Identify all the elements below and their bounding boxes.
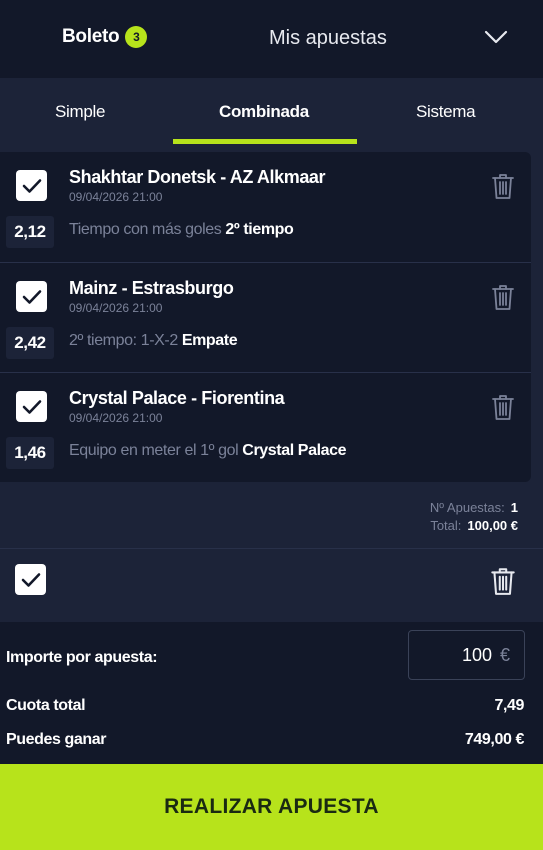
total-label: Total: (430, 518, 462, 533)
event-title: Shakhtar Donetsk - AZ Alkmaar (69, 167, 326, 187)
boleto-tab[interactable]: Boleto 3 (62, 26, 148, 48)
tab-simple[interactable]: Simple (55, 102, 105, 122)
market-label: 2º tiempo: 1-X-2 (69, 332, 178, 349)
bet-item: Mainz - Estrasburgo 09/04/2026 21:00 2,4… (0, 262, 531, 372)
bet-type-tabs: Simple Combinada Sistema (0, 78, 543, 144)
cuota-total-label: Cuota total (6, 697, 86, 714)
bet-checkbox[interactable] (16, 391, 47, 422)
bet-item: Crystal Palace - Fiorentina 09/04/2026 2… (0, 372, 531, 482)
bet-checkbox[interactable] (16, 281, 47, 312)
bet-selection: Crystal Palace (242, 442, 347, 459)
cuota-total-value: 7,49 (494, 697, 524, 714)
event-date: 09/04/2026 21:00 (69, 301, 163, 315)
stake-label: Importe por apuesta: (6, 649, 158, 666)
stake-input[interactable]: 100 € (408, 630, 525, 680)
mis-apuestas-tab[interactable]: Mis apuestas (269, 27, 387, 50)
betslip-header: Boleto 3 Mis apuestas (0, 0, 543, 78)
trash-icon[interactable] (491, 172, 515, 200)
trash-icon[interactable] (491, 393, 515, 421)
trash-icon[interactable] (491, 283, 515, 311)
event-date: 09/04/2026 21:00 (69, 190, 163, 204)
stake-panel: Importe por apuesta: 100 € Cuota total 7,… (0, 622, 543, 764)
bet-checkbox[interactable] (16, 170, 47, 201)
chevron-down-icon[interactable] (483, 28, 509, 46)
divider (0, 548, 543, 549)
trash-all-icon[interactable] (490, 566, 516, 596)
event-title: Crystal Palace - Fiorentina (69, 388, 285, 408)
place-bet-button[interactable]: REALIZAR APUESTA (0, 764, 543, 850)
bet-odds: 2,42 (6, 327, 54, 359)
select-all-checkbox[interactable] (15, 564, 46, 595)
stake-value: 100 (461, 644, 492, 665)
tab-combinada[interactable]: Combinada (219, 102, 309, 122)
checkmark-icon (22, 399, 41, 414)
bet-selection: Empate (181, 332, 238, 349)
boleto-label: Boleto (62, 26, 120, 47)
bet-odds: 1,46 (6, 437, 54, 469)
total-value: 100,00 € (467, 518, 518, 533)
active-tab-indicator (173, 139, 357, 144)
puedes-ganar-value: 749,00 € (464, 731, 524, 748)
bet-selection: 2º tiempo (225, 221, 294, 238)
checkmark-icon (21, 572, 40, 587)
bet-market: Equipo en meter el 1º gol Crystal Palace (69, 442, 347, 460)
bet-market: 2º tiempo: 1-X-2 Empate (69, 332, 238, 350)
event-title: Mainz - Estrasburgo (69, 278, 234, 298)
bet-list: Shakhtar Donetsk - AZ Alkmaar 09/04/2026… (0, 152, 531, 482)
market-label: Equipo en meter el 1º gol (69, 442, 239, 459)
bet-market: Tiempo con más goles 2º tiempo (69, 221, 294, 239)
total-row: Total: 100,00 € (430, 517, 518, 535)
checkmark-icon (22, 289, 41, 304)
tab-sistema[interactable]: Sistema (416, 102, 476, 122)
puedes-ganar-label: Puedes ganar (6, 731, 107, 748)
num-bets-label: Nº Apuestas: (429, 500, 505, 515)
event-date: 09/04/2026 21:00 (69, 411, 163, 425)
checkmark-icon (22, 178, 41, 193)
bet-summary: Nº Apuestas: 1 Total: 100,00 € (430, 499, 518, 535)
num-bets-value: 1 (510, 500, 518, 515)
num-bets-row: Nº Apuestas: 1 (430, 499, 518, 517)
boleto-count-badge: 3 (125, 26, 148, 48)
market-label: Tiempo con más goles (69, 221, 222, 238)
bet-odds: 2,12 (6, 216, 54, 248)
stake-currency: € (499, 644, 510, 665)
bet-item: Shakhtar Donetsk - AZ Alkmaar 09/04/2026… (0, 152, 531, 262)
